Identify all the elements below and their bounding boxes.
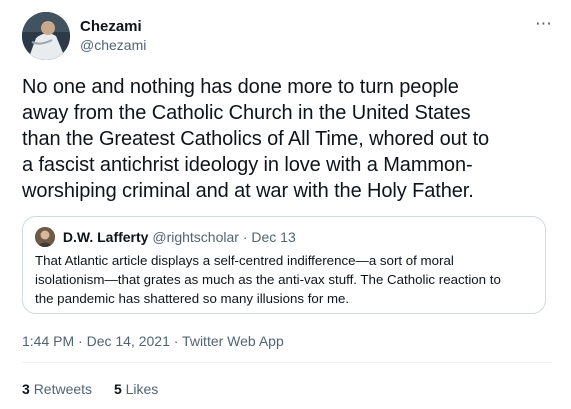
more-options-icon[interactable]: ⋯ (535, 14, 552, 34)
likes-count: 5 (113, 381, 122, 397)
tweet-stats: 3 Retweets 5 Likes (22, 381, 176, 397)
tweet-header: Chezami @chezami ⋯ (22, 12, 552, 62)
likes-label: Likes (125, 381, 159, 397)
author-handle[interactable]: @chezami (80, 37, 146, 53)
quoted-author-meta: @rightscholar · Dec 13 (152, 229, 296, 245)
tweet-timestamp[interactable]: 1:44 PM · Dec 14, 2021 · Twitter Web App (22, 333, 284, 349)
retweets-label: Retweets (33, 381, 93, 397)
divider (22, 362, 552, 363)
quoted-tweet-text: That Atlantic article displays a self-ce… (35, 251, 535, 308)
tweet-text-line: a fascist antichrist ideology in love wi… (22, 154, 473, 176)
tweet-text-line: No one and nothing has done more to turn… (22, 76, 459, 98)
retweets-stat[interactable]: 3 Retweets (22, 381, 96, 397)
quoted-text-line: isolationism—that grates as much as the … (35, 272, 501, 287)
tweet-text: No one and nothing has done more to turn… (22, 74, 552, 204)
quoted-text-line: That Atlantic article displays a self-ce… (35, 253, 454, 268)
quoted-author-avatar (35, 227, 55, 247)
quoted-author-name: D.W. Lafferty (62, 229, 149, 245)
quoted-text-line: the pandemic has shattered so many illus… (35, 291, 350, 306)
likes-stat[interactable]: 5 Likes (114, 381, 158, 397)
author-name[interactable]: Chezami (80, 18, 142, 35)
tweet-text-line: worshiping criminal and at war with the … (22, 180, 474, 202)
tweet-text-line: away from the Catholic Church in the Uni… (22, 102, 471, 124)
quoted-tweet-header: D.W. Lafferty @rightscholar · Dec 13 (35, 227, 296, 247)
quoted-tweet-card[interactable]: D.W. Lafferty @rightscholar · Dec 13 Tha… (22, 216, 546, 314)
tweet-text-line: than the Greatest Catholics of All Time,… (22, 128, 490, 150)
author-avatar[interactable] (22, 12, 70, 60)
retweets-count: 3 (22, 381, 30, 397)
